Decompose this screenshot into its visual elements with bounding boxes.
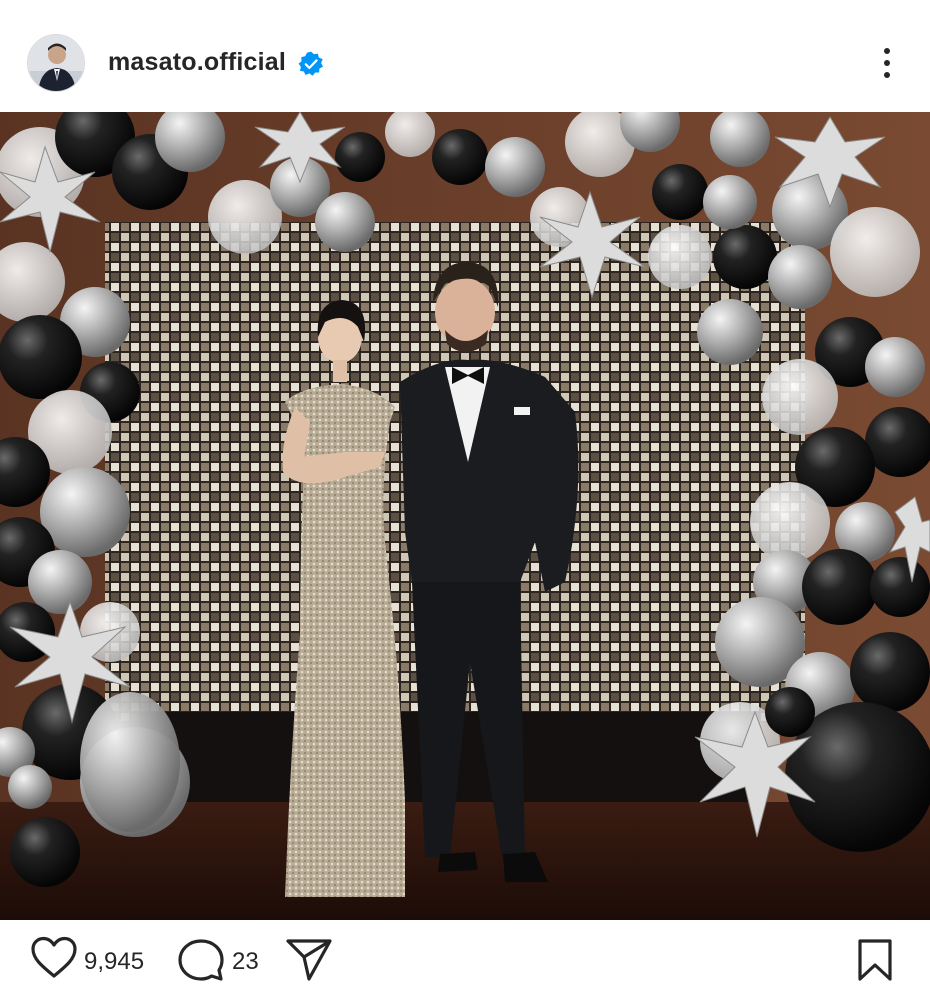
paper-plane-icon[interactable] (286, 938, 332, 982)
post-header: masato.official (0, 0, 930, 112)
comment-bubble-icon[interactable] (178, 938, 224, 982)
like-count[interactable]: 9,945 (84, 948, 144, 976)
bookmark-icon[interactable] (856, 938, 894, 982)
username-link[interactable]: masato.official (108, 48, 286, 77)
avatar[interactable] (27, 34, 85, 92)
party-photo (0, 112, 930, 920)
verified-badge-icon (298, 51, 324, 76)
heart-icon[interactable] (30, 936, 78, 980)
avatar-photo (28, 35, 84, 91)
post-image[interactable] (0, 112, 930, 920)
comment-count[interactable]: 23 (232, 948, 259, 976)
more-options-icon[interactable] (872, 44, 902, 82)
